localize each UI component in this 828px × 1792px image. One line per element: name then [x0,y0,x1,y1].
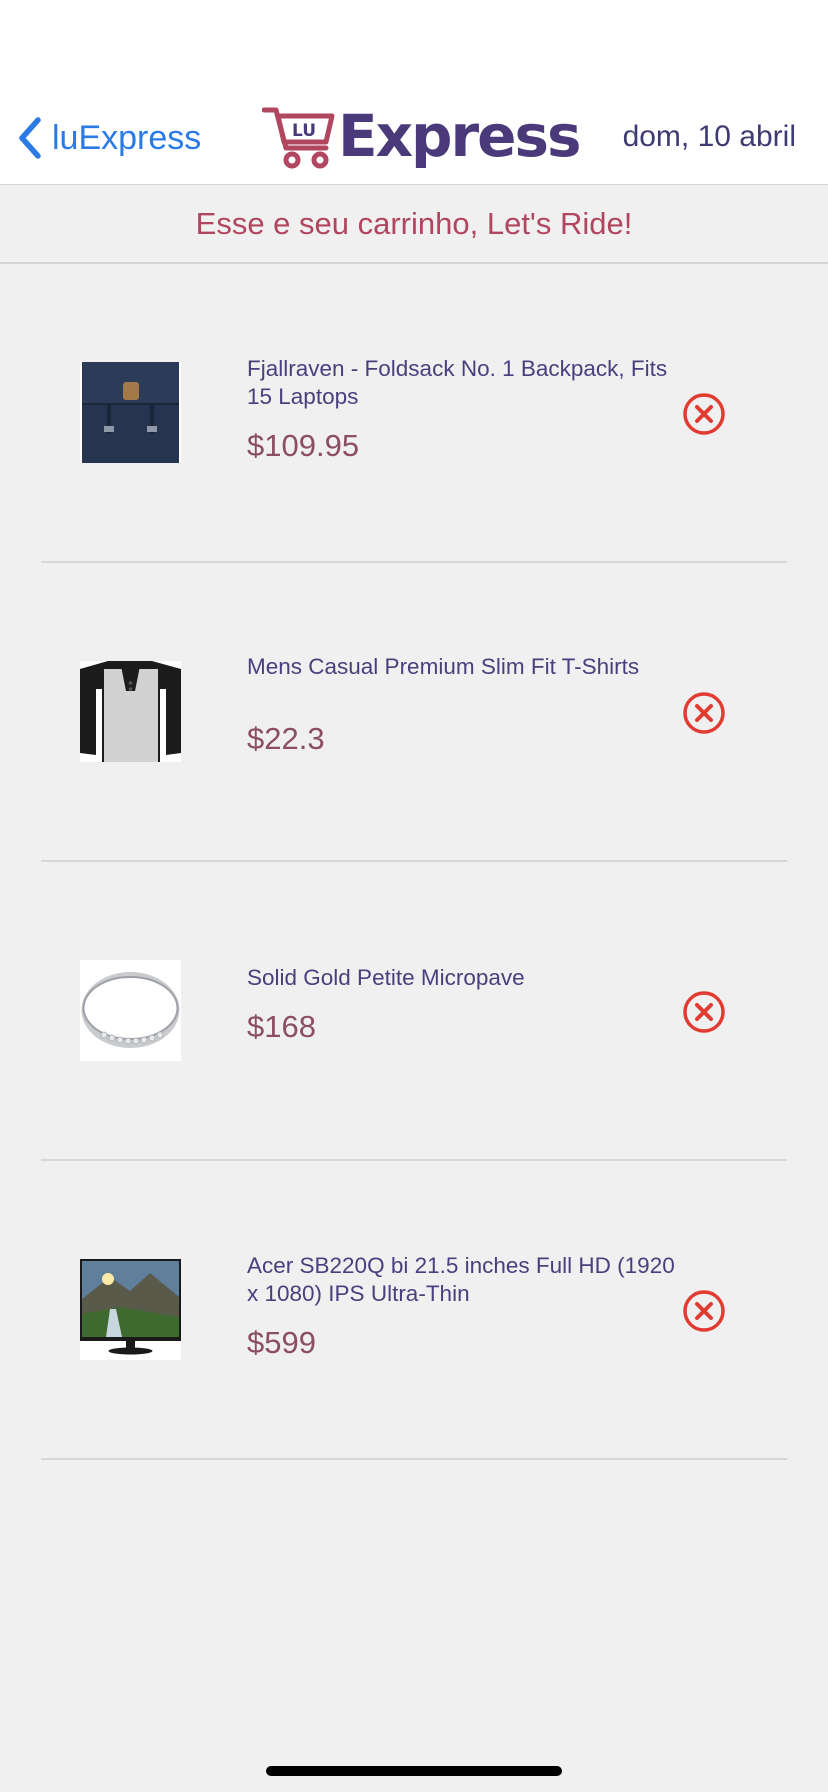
product-image [80,661,181,762]
status-bar [0,0,828,88]
remove-circle-icon[interactable] [681,1288,727,1334]
home-indicator[interactable] [266,1766,562,1776]
item-name: Mens Casual Premium Slim Fit T-Shirts [247,654,640,679]
cart-banner-text: Esse e seu carrinho, Let's Ride! [195,205,633,241]
tshirt-image [80,661,181,762]
product-image [80,362,181,463]
item-price: $109.95 [247,428,360,463]
remove-circle-icon[interactable] [681,690,727,736]
current-date: dom, 10 abril [622,120,796,153]
item-price: $599 [247,1325,316,1360]
remove-circle-icon[interactable] [681,391,727,437]
item-price: $168 [247,1009,316,1044]
cart-item[interactable]: Solid Gold Petite Micropave $168 [0,862,828,1161]
item-name: Solid Gold Petite Micropave [247,965,525,990]
item-info: Mens Casual Premium Slim Fit T-Shirts $2… [247,653,687,757]
ring-image [80,960,181,1061]
cart-banner: Esse e seu carrinho, Let's Ride! [0,185,828,264]
remove-circle-icon[interactable] [681,989,727,1035]
item-name: Acer SB220Q bi 21.5 inches Full HD (1920… [247,1253,675,1306]
logo-badge-text: LU [292,121,316,141]
app-logo: LU Express [262,102,582,170]
navigation-bar: luExpress LU Express dom, 10 abril [0,88,828,185]
cart-list: Fjallraven - Foldsack No. 1 Backpack, Fi… [0,264,828,1460]
item-info: Solid Gold Petite Micropave $168 [247,964,687,1045]
cart-item[interactable]: Fjallraven - Foldsack No. 1 Backpack, Fi… [0,264,828,563]
monitor-image [80,1259,181,1360]
chevron-left-icon [19,117,41,159]
item-name: Fjallraven - Foldsack No. 1 Backpack, Fi… [247,356,668,409]
cart-item[interactable]: Mens Casual Premium Slim Fit T-Shirts $2… [0,563,828,862]
item-info: Fjallraven - Foldsack No. 1 Backpack, Fi… [247,355,687,464]
product-image [80,1259,181,1360]
product-image [80,960,181,1061]
back-button-label: luExpress [52,118,202,157]
back-button[interactable]: luExpress [14,114,201,162]
backpack-image [80,362,181,463]
item-price: $22.3 [247,721,325,756]
item-info: Acer SB220Q bi 21.5 inches Full HD (1920… [247,1252,687,1361]
logo-text: Express [338,102,582,170]
shopping-cart-icon: LU [262,107,335,169]
cart-item[interactable]: Acer SB220Q bi 21.5 inches Full HD (1920… [0,1161,828,1460]
